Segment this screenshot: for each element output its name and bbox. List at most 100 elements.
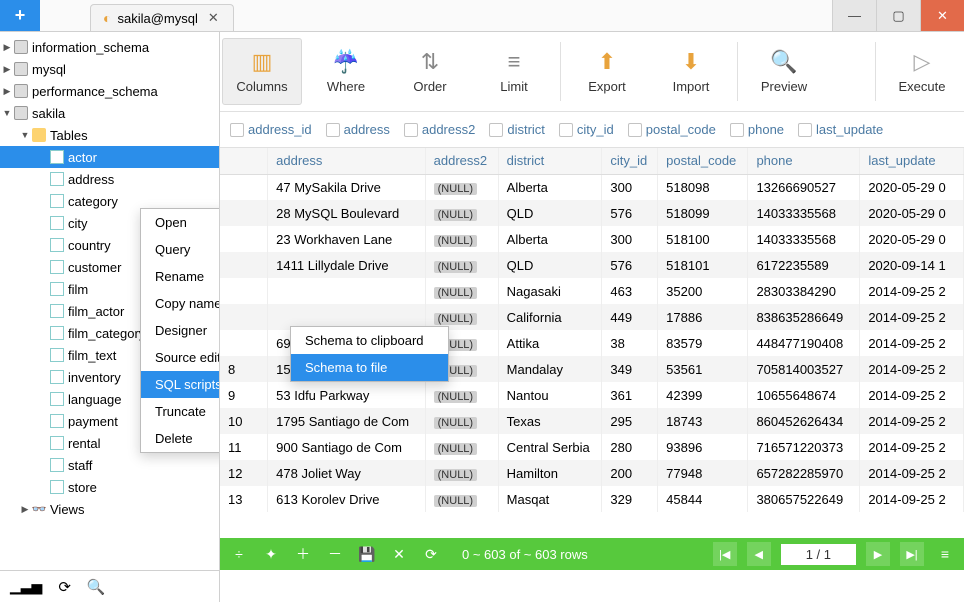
cell[interactable]: 576 [602,200,658,226]
ctx-delete[interactable]: Delete [141,425,220,452]
column-header[interactable]: last_update [860,148,964,174]
cell[interactable]: 47 MySakila Drive [268,174,425,200]
window-maximize-button[interactable]: ▢ [876,0,920,31]
cell[interactable]: 12 [220,460,268,486]
db-node-information_schema[interactable]: ▶information_schema [0,36,219,58]
cell[interactable]: 45844 [658,486,748,512]
cell[interactable]: 2020-05-29 0 [860,226,964,252]
cell[interactable]: 11 [220,434,268,460]
status-menu-icon[interactable]: ≡ [934,546,956,562]
table-row[interactable]: 11900 Santiago de Com(NULL)Central Serbi… [220,434,964,460]
cell[interactable]: 518098 [658,174,748,200]
cell[interactable]: Texas [498,408,602,434]
cell[interactable]: (NULL) [425,174,498,200]
cell[interactable]: 38 [602,330,658,356]
cell[interactable]: 2014-09-25 2 [860,434,964,460]
cell[interactable]: (NULL) [425,486,498,512]
table-row[interactable]: 101795 Santiago de Com(NULL)Texas2951874… [220,408,964,434]
tab-close-button[interactable]: ✕ [204,10,223,26]
db-node-performance_schema[interactable]: ▶performance_schema [0,80,219,102]
cell[interactable] [220,226,268,252]
ctx-sql-scripts[interactable]: SQL scripts▶ [141,371,220,398]
cell[interactable]: 463 [602,278,658,304]
colcheck-phone[interactable]: phone [730,122,784,137]
cell[interactable]: Alberta [498,226,602,252]
cell[interactable]: 1795 Santiago de Com [268,408,425,434]
cell[interactable]: 2020-09-14 1 [860,252,964,278]
cell[interactable]: Alberta [498,174,602,200]
cell[interactable]: 2014-09-25 2 [860,382,964,408]
ctx-rename[interactable]: Rename [141,263,220,290]
cell[interactable]: 8 [220,356,268,382]
colcheck-address2[interactable]: address2 [404,122,475,137]
ctx-copy-name[interactable]: Copy name▶ [141,290,220,317]
cell[interactable]: (NULL) [425,408,498,434]
folder-tables[interactable]: ▼Tables [0,124,219,146]
cell[interactable]: 18743 [658,408,748,434]
cell[interactable]: 14033335568 [748,226,860,252]
cell[interactable]: (NULL) [425,200,498,226]
colcheck-postal_code[interactable]: postal_code [628,122,716,137]
cell[interactable]: 300 [602,174,658,200]
cell[interactable]: 2014-09-25 2 [860,460,964,486]
cell[interactable] [220,252,268,278]
table-row[interactable]: (NULL)Nagasaki46335200283033842902014-09… [220,278,964,304]
ctx-schema-to-file[interactable]: Schema to file [291,354,448,381]
cell[interactable]: Hamilton [498,460,602,486]
window-close-button[interactable]: ✕ [920,0,964,31]
preview-button[interactable]: 🔍Preview [742,32,826,111]
cell[interactable]: QLD [498,200,602,226]
cell[interactable]: 53561 [658,356,748,382]
cell[interactable]: (NULL) [425,252,498,278]
ctx-designer[interactable]: Designer [141,317,220,344]
column-header[interactable]: address [268,148,425,174]
cell[interactable]: 2014-09-25 2 [860,408,964,434]
cell[interactable] [268,278,425,304]
table-row[interactable]: 47 MySakila Drive(NULL)Alberta3005180981… [220,174,964,200]
cell[interactable]: 448477190408 [748,330,860,356]
refresh-tree-button[interactable]: ⟳ [58,578,71,596]
cell[interactable]: 9 [220,382,268,408]
table-node-address[interactable]: address [0,168,219,190]
cell[interactable]: 83579 [658,330,748,356]
cell[interactable]: 449 [602,304,658,330]
ctx-open[interactable]: Open [141,209,220,236]
new-connection-button[interactable]: + [0,0,40,31]
status-refresh-button[interactable]: ⟳ [420,546,442,563]
column-header[interactable] [220,148,268,174]
column-header[interactable]: phone [748,148,860,174]
cell[interactable]: 518099 [658,200,748,226]
status-save-button[interactable]: 💾 [356,546,378,563]
table-node-actor[interactable]: actor [0,146,219,168]
status-puzzle-icon[interactable]: ✦ [260,546,282,563]
cell[interactable]: 349 [602,356,658,382]
cell[interactable]: 576 [602,252,658,278]
cell[interactable]: 53 Idfu Parkway [268,382,425,408]
cell[interactable]: 300 [602,226,658,252]
cell[interactable]: 2014-09-25 2 [860,330,964,356]
cell[interactable]: 10 [220,408,268,434]
table-row[interactable]: 1411 Lillydale Drive(NULL)QLD57651810161… [220,252,964,278]
page-indicator[interactable]: 1 / 1 [781,544,856,565]
cell[interactable]: QLD [498,252,602,278]
status-cancel-button[interactable]: ✕ [388,546,410,563]
cell[interactable]: 2014-09-25 2 [860,356,964,382]
limit-button[interactable]: ≡Limit [472,32,556,111]
db-node-mysql[interactable]: ▶mysql [0,58,219,80]
colcheck-city_id[interactable]: city_id [559,122,614,137]
import-button[interactable]: ⬇Import [649,32,733,111]
cell[interactable]: 77948 [658,460,748,486]
cell[interactable]: 613 Korolev Drive [268,486,425,512]
cell[interactable]: Nagasaki [498,278,602,304]
table-node-store[interactable]: store [0,476,219,498]
connection-tab[interactable]: ◐ sakila@mysql ✕ [90,4,234,31]
where-button[interactable]: ☔Where [304,32,388,111]
cell[interactable]: 2020-05-29 0 [860,174,964,200]
cell[interactable]: Masqat [498,486,602,512]
cell[interactable]: 93896 [658,434,748,460]
cell[interactable]: 6172235589 [748,252,860,278]
cell[interactable]: 2014-09-25 2 [860,486,964,512]
cell[interactable]: 380657522649 [748,486,860,512]
column-header[interactable]: city_id [602,148,658,174]
cell[interactable]: 13266690527 [748,174,860,200]
